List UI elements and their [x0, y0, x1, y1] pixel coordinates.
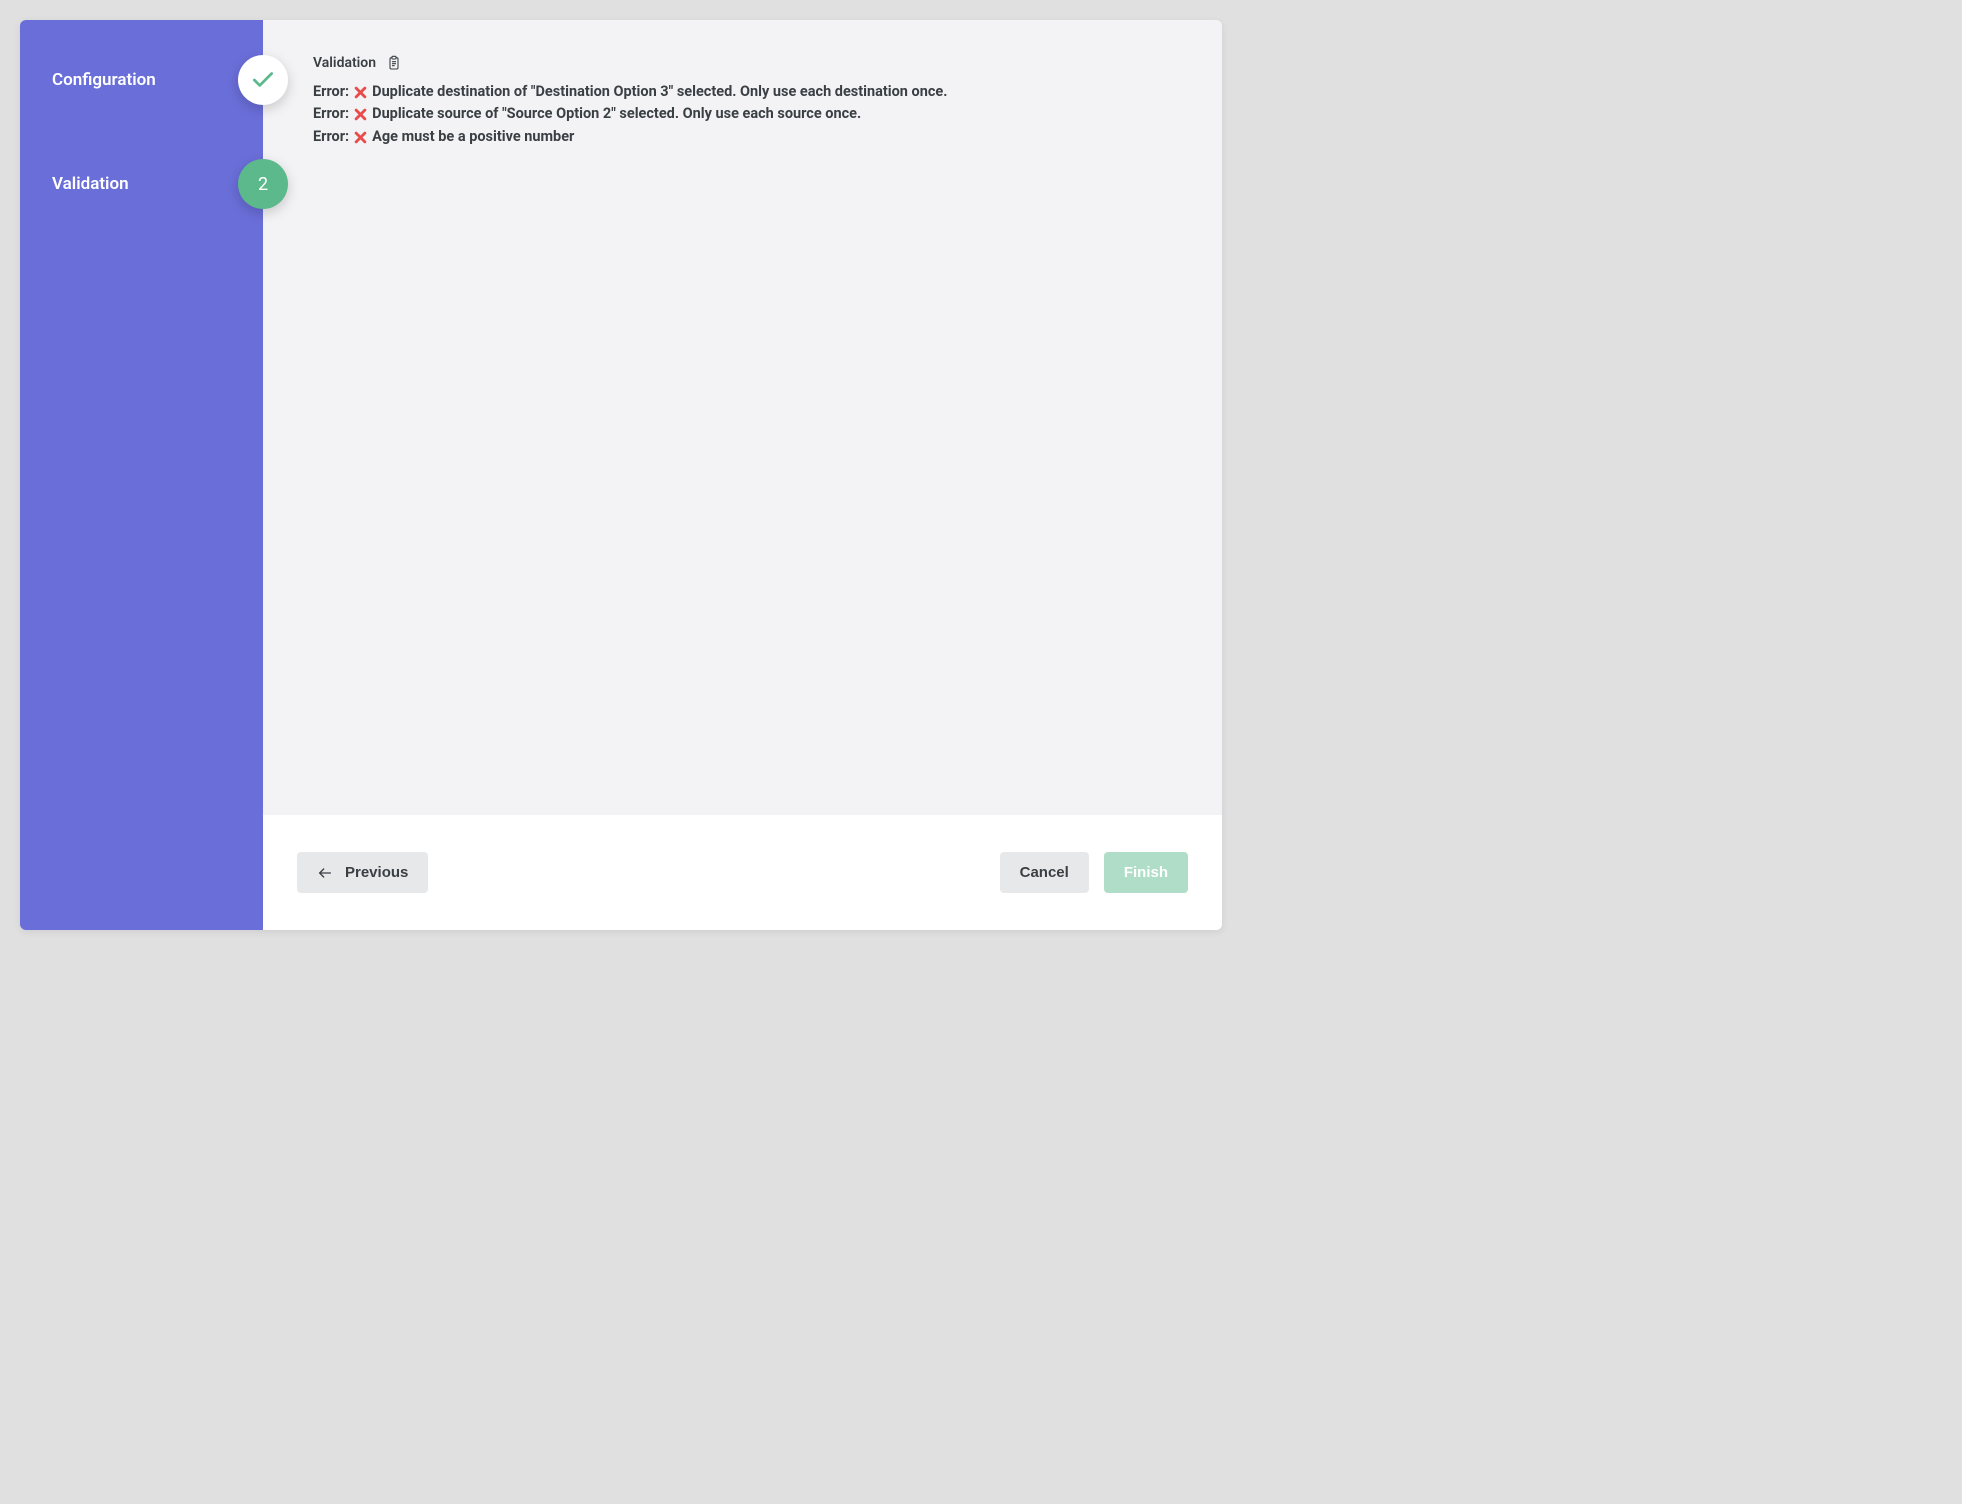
- cancel-button[interactable]: Cancel: [1000, 852, 1089, 893]
- cross-icon: [353, 130, 368, 145]
- step-indicator-active: 2: [238, 159, 288, 209]
- wizard-sidebar: Configuration Validation 2: [20, 20, 263, 930]
- clipboard-icon: [386, 55, 402, 71]
- cancel-button-label: Cancel: [1020, 864, 1069, 881]
- finish-button[interactable]: Finish: [1104, 852, 1188, 893]
- error-row: Error: Duplicate source of "Source Optio…: [313, 103, 1177, 125]
- previous-button-label: Previous: [345, 864, 408, 881]
- step-indicator-completed: [238, 55, 288, 105]
- cross-icon: [353, 107, 368, 122]
- check-icon: [250, 67, 276, 93]
- sidebar-item-configuration[interactable]: Configuration: [20, 55, 263, 105]
- wizard-container: Configuration Validation 2 Validation: [20, 20, 1222, 930]
- sidebar-item-label: Configuration: [52, 70, 156, 90]
- error-prefix: Error:: [313, 103, 349, 125]
- error-prefix: Error:: [313, 126, 349, 148]
- finish-button-label: Finish: [1124, 864, 1168, 881]
- wizard-content: Validation Error:: [263, 20, 1222, 930]
- content-body: Validation Error:: [263, 20, 1222, 815]
- error-prefix: Error:: [313, 81, 349, 103]
- error-row: Error: Age must be a positive number: [313, 126, 1177, 148]
- error-message: Duplicate source of "Source Option 2" se…: [372, 103, 861, 125]
- error-message: Age must be a positive number: [372, 126, 574, 148]
- wizard-footer: Previous Cancel Finish: [263, 815, 1222, 930]
- error-row: Error: Duplicate destination of "Destina…: [313, 81, 1177, 103]
- content-header: Validation: [313, 55, 1177, 71]
- previous-button[interactable]: Previous: [297, 852, 428, 893]
- sidebar-item-validation[interactable]: Validation 2: [20, 159, 263, 209]
- step-number: 2: [258, 174, 268, 195]
- cross-icon: [353, 85, 368, 100]
- content-title: Validation: [313, 55, 376, 71]
- error-message: Duplicate destination of "Destination Op…: [372, 81, 947, 103]
- footer-right: Cancel Finish: [1000, 852, 1188, 893]
- sidebar-item-label: Validation: [52, 174, 129, 194]
- arrow-left-icon: [317, 865, 333, 881]
